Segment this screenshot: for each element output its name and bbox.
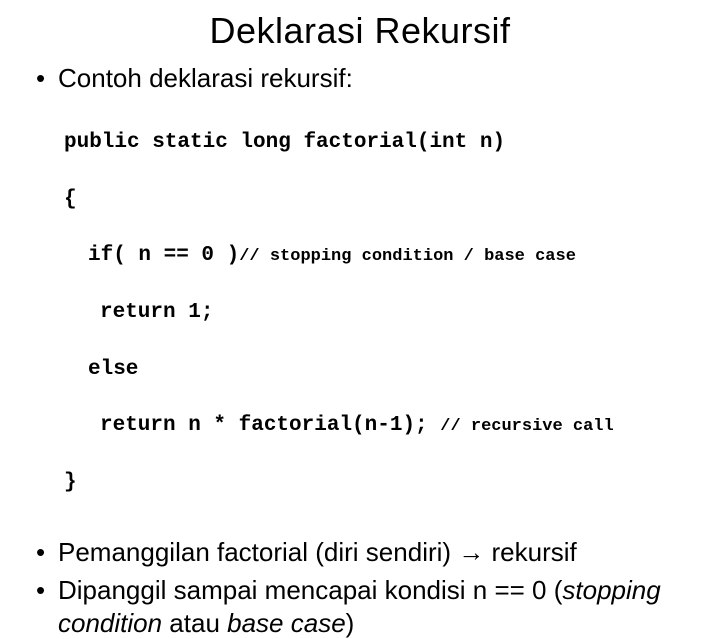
- code-line-3: if( n == 0 )// stopping condition / base…: [64, 242, 690, 270]
- bullet-2: Pemanggilan factorial (diri sendiri) → r…: [30, 536, 690, 569]
- code-l3a: if( n == 0 ): [88, 244, 239, 267]
- bullet-3-post: ): [346, 608, 355, 638]
- code-block: public static long factorial(int n) { if…: [30, 101, 690, 526]
- bullet-list: Contoh deklarasi rekursif:: [30, 62, 690, 95]
- bullet-list-2: Pemanggilan factorial (diri sendiri) → r…: [30, 536, 690, 639]
- bullet-3-pre: Dipanggil sampai mencapai kondisi n == 0…: [58, 575, 562, 605]
- code-line-4: return 1;: [64, 299, 690, 327]
- code-line-1: public static long factorial(int n): [64, 129, 690, 157]
- code-line-6: return n * factorial(n-1); // recursive …: [64, 412, 690, 440]
- bullet-3: Dipanggil sampai mencapai kondisi n == 0…: [30, 574, 690, 639]
- bullet-1: Contoh deklarasi rekursif:: [30, 62, 690, 95]
- bullet-2-pre: Pemanggilan factorial (diri sendiri): [58, 537, 458, 567]
- arrow-icon: →: [458, 537, 484, 567]
- code-line-5: else: [64, 356, 690, 384]
- bullet-1-text: Contoh deklarasi rekursif:: [58, 63, 353, 93]
- code-line-2: {: [64, 186, 690, 214]
- slide-title: Deklarasi Rekursif: [30, 10, 690, 52]
- code-line-7: }: [64, 469, 690, 497]
- code-comment-1: // stopping condition / base case: [239, 247, 576, 266]
- code-l6a: return n * factorial(n-1);: [100, 414, 440, 437]
- code-comment-2: // recursive call: [440, 417, 613, 436]
- bullet-3-italic2: base case: [227, 608, 346, 638]
- bullet-2-post: rekursif: [484, 537, 576, 567]
- bullet-3-mid: atau: [162, 608, 227, 638]
